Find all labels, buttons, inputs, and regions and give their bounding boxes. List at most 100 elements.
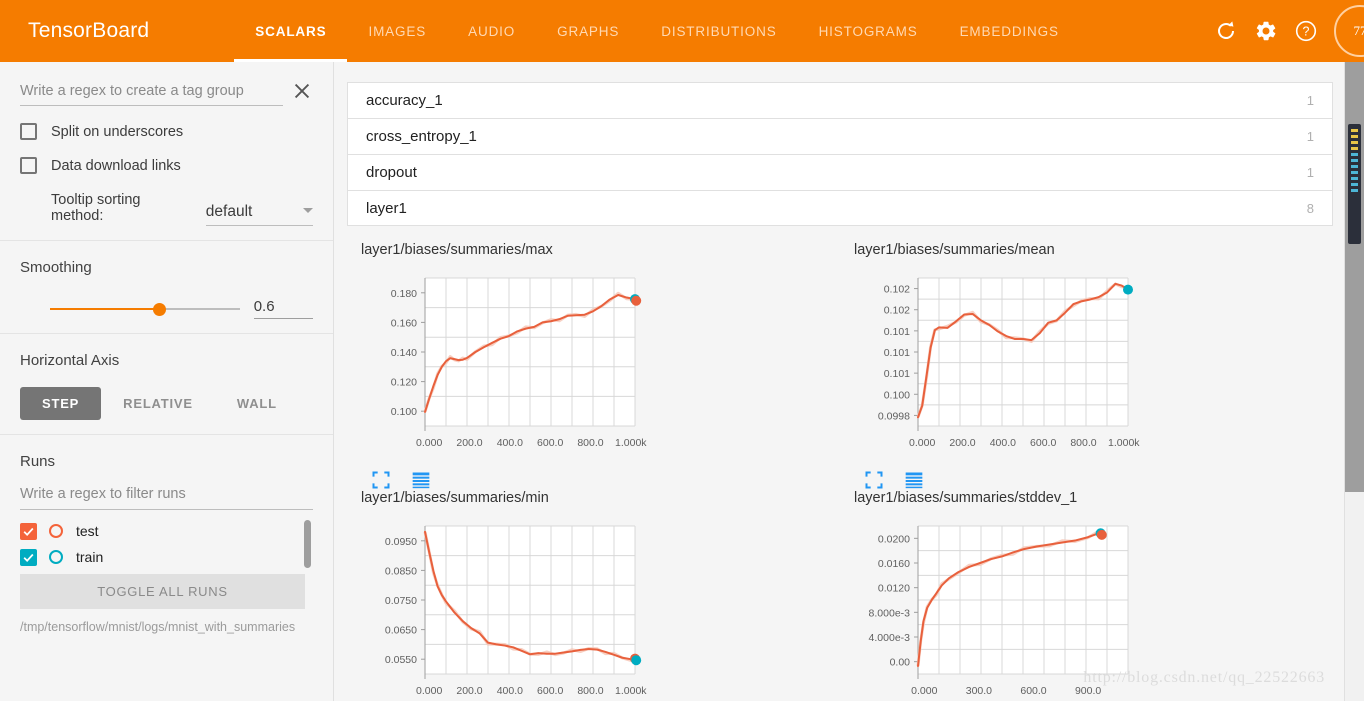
app-brand-title: TensorBoard bbox=[28, 19, 150, 42]
tab-embeddings[interactable]: EMBEDDINGS bbox=[939, 0, 1080, 62]
tag-group-row-cross-entropy-1[interactable]: cross_entropy_1 1 bbox=[347, 118, 1333, 154]
tag-group-row-layer1[interactable]: layer1 8 bbox=[347, 190, 1333, 226]
svg-text:0.100: 0.100 bbox=[391, 406, 417, 418]
svg-text:800.0: 800.0 bbox=[1070, 437, 1096, 449]
main-content-panel: accuracy_1 1 cross_entropy_1 1 dropout 1… bbox=[335, 62, 1345, 701]
main-tab-bar: SCALARS IMAGES AUDIO GRAPHS DISTRIBUTION… bbox=[234, 0, 1080, 62]
runs-title: Runs bbox=[20, 453, 56, 470]
scrollbar-mark bbox=[1351, 159, 1358, 162]
haxis-wall-button[interactable]: WALL bbox=[215, 387, 299, 420]
runs-filter-input[interactable] bbox=[20, 484, 313, 510]
user-badge[interactable]: 77 bbox=[1334, 5, 1364, 57]
chart-plot[interactable]: 0.180 0.160 0.140 0.120 0.100 0.000 200.0 400.0… bbox=[353, 264, 653, 464]
close-x-icon[interactable] bbox=[291, 80, 313, 102]
settings-gear-icon[interactable] bbox=[1254, 19, 1278, 43]
scrollbar-thumb[interactable] bbox=[1348, 124, 1361, 244]
svg-text:8.000e-3: 8.000e-3 bbox=[869, 607, 911, 619]
svg-text:300.0: 300.0 bbox=[966, 685, 992, 697]
tag-group-row-dropout[interactable]: dropout 1 bbox=[347, 154, 1333, 190]
data-download-links-checkbox[interactable] bbox=[20, 157, 37, 174]
svg-text:400.0: 400.0 bbox=[497, 437, 523, 449]
svg-text:600.0: 600.0 bbox=[1020, 685, 1046, 697]
smoothing-slider[interactable] bbox=[50, 300, 240, 318]
tag-group-count: 8 bbox=[1306, 200, 1314, 216]
toggle-all-runs-button[interactable]: TOGGLE ALL RUNS bbox=[20, 574, 305, 609]
smoothing-title: Smoothing bbox=[20, 259, 92, 276]
scrollbar-mark bbox=[1351, 183, 1358, 186]
tag-filter-section: Split on underscores Data download links… bbox=[0, 62, 333, 241]
svg-text:0.0998: 0.0998 bbox=[878, 410, 910, 422]
scrollbar-mark bbox=[1351, 177, 1358, 180]
chart-plot[interactable]: 0.102 0.102 0.101 0.101 0.101 0.100 0.0998 0.00… bbox=[846, 264, 1146, 464]
help-question-icon[interactable]: ? bbox=[1294, 19, 1318, 43]
expand-fullscreen-icon[interactable] bbox=[864, 470, 884, 490]
svg-text:0.000: 0.000 bbox=[911, 685, 937, 697]
chart-title: layer1/biases/summaries/mean bbox=[854, 242, 1055, 258]
page-scrollbar[interactable] bbox=[1344, 62, 1364, 701]
check-icon bbox=[23, 553, 34, 562]
horizontal-axis-section: Horizontal Axis STEP RELATIVE WALL bbox=[0, 334, 333, 435]
expand-fullscreen-icon[interactable] bbox=[371, 470, 391, 490]
data-download-links-row[interactable]: Data download links bbox=[20, 157, 313, 174]
horizontal-axis-buttons: STEP RELATIVE WALL bbox=[20, 387, 313, 420]
split-on-underscores-checkbox[interactable] bbox=[20, 123, 37, 140]
chart-card: layer1/biases/summaries/min 0.0950 0.0850 0… bbox=[347, 490, 840, 701]
tooltip-sorting-value: default bbox=[205, 203, 253, 220]
tag-group-name: layer1 bbox=[366, 199, 407, 217]
svg-text:0.160: 0.160 bbox=[391, 317, 417, 329]
svg-text:1.000k: 1.000k bbox=[615, 685, 647, 697]
smoothing-value-input[interactable]: 0.6 bbox=[253, 298, 313, 319]
chart-title: layer1/biases/summaries/max bbox=[361, 242, 553, 258]
left-control-sidebar: Split on underscores Data download links… bbox=[0, 62, 334, 701]
data-download-links-label: Data download links bbox=[51, 157, 181, 174]
tab-audio[interactable]: AUDIO bbox=[447, 0, 536, 62]
tab-distributions[interactable]: DISTRIBUTIONS bbox=[640, 0, 797, 62]
svg-text:4.000e-3: 4.000e-3 bbox=[869, 632, 911, 644]
svg-text:0.101: 0.101 bbox=[884, 347, 910, 359]
tab-scalars[interactable]: SCALARS bbox=[234, 0, 348, 62]
run-checkbox-train[interactable] bbox=[20, 548, 37, 566]
svg-text:0.180: 0.180 bbox=[391, 288, 417, 300]
tensorboard-app: TensorBoard SCALARS IMAGES AUDIO GRAPHS … bbox=[0, 0, 1364, 701]
svg-text:0.0160: 0.0160 bbox=[878, 558, 910, 570]
run-color-circle-train bbox=[49, 550, 63, 564]
svg-text:0.0850: 0.0850 bbox=[385, 565, 417, 577]
svg-text:800.0: 800.0 bbox=[577, 437, 603, 449]
run-checkbox-test[interactable] bbox=[20, 522, 37, 540]
top-bar-actions: ? 77 bbox=[1214, 0, 1364, 62]
chart-title: layer1/biases/summaries/stddev_1 bbox=[854, 490, 1078, 506]
haxis-relative-button[interactable]: RELATIVE bbox=[101, 387, 215, 420]
tab-histograms[interactable]: HISTOGRAMS bbox=[798, 0, 939, 62]
tab-graphs[interactable]: GRAPHS bbox=[536, 0, 640, 62]
svg-text:0.102: 0.102 bbox=[884, 284, 910, 296]
chevron-down-icon bbox=[303, 208, 313, 213]
data-table-icon[interactable] bbox=[411, 470, 431, 490]
runs-list-scrollbar[interactable] bbox=[304, 520, 311, 568]
split-on-underscores-label: Split on underscores bbox=[51, 123, 184, 140]
data-table-icon[interactable] bbox=[904, 470, 924, 490]
svg-text:200.0: 200.0 bbox=[456, 437, 482, 449]
runs-list: test train bbox=[20, 518, 313, 570]
haxis-step-button[interactable]: STEP bbox=[20, 387, 102, 420]
run-item-test[interactable]: test bbox=[20, 518, 313, 544]
chart-plot[interactable]: 0.0950 0.0850 0.0750 0.0650 0.0550 0.000 200.0… bbox=[353, 512, 653, 701]
tag-regex-input[interactable] bbox=[20, 81, 283, 106]
svg-text:800.0: 800.0 bbox=[577, 685, 603, 697]
refresh-icon[interactable] bbox=[1214, 19, 1238, 43]
tag-group-name: accuracy_1 bbox=[366, 92, 443, 109]
scrollbar-mark bbox=[1351, 129, 1358, 132]
split-on-underscores-row[interactable]: Split on underscores bbox=[20, 123, 313, 140]
tooltip-sorting-select[interactable]: default bbox=[205, 203, 313, 226]
run-item-train[interactable]: train bbox=[20, 544, 313, 570]
svg-text:0.101: 0.101 bbox=[884, 326, 910, 338]
svg-text:0.000: 0.000 bbox=[416, 437, 442, 449]
svg-text:0.00: 0.00 bbox=[890, 657, 911, 669]
slider-knob[interactable] bbox=[153, 302, 166, 316]
svg-text:200.0: 200.0 bbox=[456, 685, 482, 697]
tag-regex-row bbox=[20, 80, 313, 106]
logdir-path: /tmp/tensorflow/mnist/logs/mnist_with_su… bbox=[20, 620, 296, 634]
tag-group-row-accuracy-1[interactable]: accuracy_1 1 bbox=[347, 82, 1333, 118]
svg-text:400.0: 400.0 bbox=[990, 437, 1016, 449]
tab-images[interactable]: IMAGES bbox=[347, 0, 447, 62]
svg-text:600.0: 600.0 bbox=[1030, 437, 1056, 449]
